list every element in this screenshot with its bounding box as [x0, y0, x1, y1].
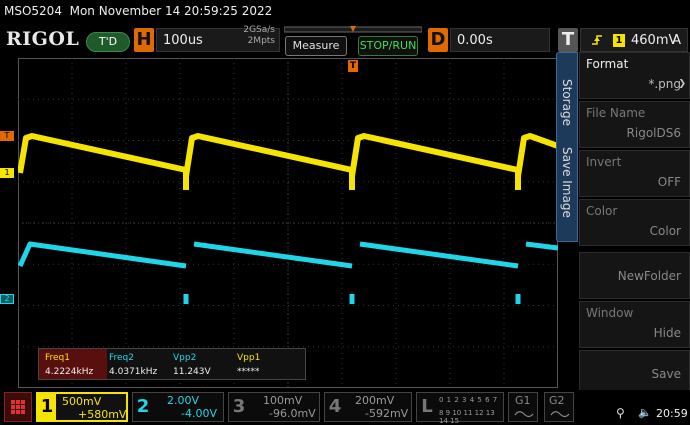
ch3-offset: -96.0mV: [269, 407, 316, 420]
ch1-offset: +580mV: [78, 408, 127, 421]
generator2-button[interactable]: G2: [544, 392, 574, 422]
ch2-number: 2: [136, 396, 150, 417]
trigger-mode-value: A: [672, 33, 681, 48]
sine-wave-icon: [550, 411, 570, 418]
generator2-label: G2: [549, 394, 565, 407]
menu-item-invert[interactable]: Invert OFF: [579, 150, 690, 197]
ch3-scale: 100mV: [263, 394, 303, 407]
menu-item-file-name[interactable]: File Name RigolDS6: [579, 101, 690, 148]
trigger-position-marker[interactable]: T: [348, 60, 358, 72]
logic-letter: L: [421, 396, 433, 417]
menu-item-format[interactable]: Format *.png ❯: [579, 52, 690, 99]
trigger-button[interactable]: T: [558, 28, 578, 52]
meas-header-freq1: Freq1: [45, 353, 71, 363]
horizontal-button[interactable]: H: [134, 28, 154, 52]
save-image-tab-label: Save Image: [560, 147, 574, 218]
speaker-icon[interactable]: 🔈: [638, 406, 652, 419]
storage-tab-label: Storage: [560, 79, 574, 126]
sine-wave-icon: [514, 411, 534, 418]
trigger-level-value: 460mV: [631, 33, 678, 48]
measure-button[interactable]: Measure: [285, 36, 347, 56]
meas-header-freq2: Freq2: [109, 353, 135, 363]
rising-edge-icon: [592, 35, 602, 45]
ch3-settings-button[interactable]: 3 100mV -96.0mV: [228, 392, 320, 422]
delay-button[interactable]: D: [428, 28, 448, 52]
ch1-number: 1: [38, 394, 56, 420]
logic-analyzer-button[interactable]: L 0 1 2 3 4 5 6 7 8 9 10 11 12 13 14 15: [416, 392, 504, 425]
title-bar: MSO5204 Mon November 14 20:59:25 2022: [0, 0, 690, 22]
timebase-display[interactable]: 100us 2GSa/s 2Mpts: [156, 25, 280, 52]
stop-run-button[interactable]: STOP/RUN: [358, 36, 418, 56]
trigger-status-badge[interactable]: T'D: [86, 32, 130, 52]
trigger-settings[interactable]: 1 460mV A: [580, 28, 688, 52]
generator1-button[interactable]: G1: [508, 392, 538, 422]
timebase-value: 100us: [163, 33, 203, 48]
app-menu-button[interactable]: [4, 392, 32, 422]
logic-bits-low: 0 1 2 3 4 5 6 7: [439, 396, 498, 404]
ch3-number: 3: [232, 396, 246, 417]
menu-item-window[interactable]: Window Hide: [579, 301, 690, 348]
trigger-position-strip: [284, 26, 422, 33]
ch2-offset: -4.00V: [181, 407, 217, 420]
menu-item-new-folder[interactable]: NewFolder: [579, 252, 690, 299]
meas-value-freq1: 4.2224kHz: [45, 367, 94, 377]
status-clock: 20:59: [656, 407, 688, 420]
ch4-number: 4: [328, 396, 342, 417]
meas-value-vpp1: *****: [237, 367, 260, 377]
grid-menu-icon: [11, 400, 25, 414]
ch2-offset-marker[interactable]: 2: [0, 294, 14, 304]
meas-header-vpp2: Vpp2: [173, 353, 197, 363]
chevron-right-icon: ❯: [678, 79, 686, 89]
meas-value-freq2: 4.0371kHz: [109, 367, 158, 377]
waveform-grid[interactable]: [18, 58, 558, 388]
storage-tab[interactable]: Storage Save Image: [556, 52, 578, 242]
menu-item-color[interactable]: Color Color: [579, 199, 690, 246]
meas-header-vpp1: Vpp1: [237, 353, 261, 363]
ch2-scale: 2.00V: [167, 394, 200, 407]
title-text: MSO5204 Mon November 14 20:59:25 2022: [4, 4, 273, 18]
ch1-scale: 500mV: [62, 395, 102, 408]
usb-icon: ⚲: [616, 406, 625, 420]
generator1-label: G1: [515, 394, 531, 407]
ch2-settings-button[interactable]: 2 2.00V -4.00V: [132, 392, 224, 422]
trigger-source-badge: 1: [613, 34, 625, 47]
measurement-panel[interactable]: Freq1 4.2224kHz Freq2 4.0371kHz Vpp2 11.…: [38, 348, 306, 380]
rigol-logo: RIGOL: [6, 28, 80, 50]
sample-rate-info: 2GSa/s 2Mpts: [243, 25, 275, 46]
trigger-level-marker[interactable]: T: [0, 131, 14, 141]
delay-value[interactable]: 0.00s: [450, 28, 550, 52]
ch2-waveform: [18, 241, 558, 304]
ch1-settings-button[interactable]: 1 500mV +580mV: [36, 392, 128, 422]
waveform-canvas: [18, 58, 558, 388]
ch4-offset: -592mV: [365, 407, 409, 420]
ch1-offset-marker[interactable]: 1: [0, 168, 14, 178]
meas-value-vpp2: 11.243V: [173, 367, 211, 377]
logic-bits-high: 8 9 10 11 12 13 14 15: [439, 409, 495, 425]
bottom-bar: 1 500mV +580mV 2 2.00V -4.00V 3 100mV -9…: [0, 390, 690, 425]
ch4-settings-button[interactable]: 4 200mV -592mV: [324, 392, 412, 422]
ch4-scale: 200mV: [355, 394, 395, 407]
